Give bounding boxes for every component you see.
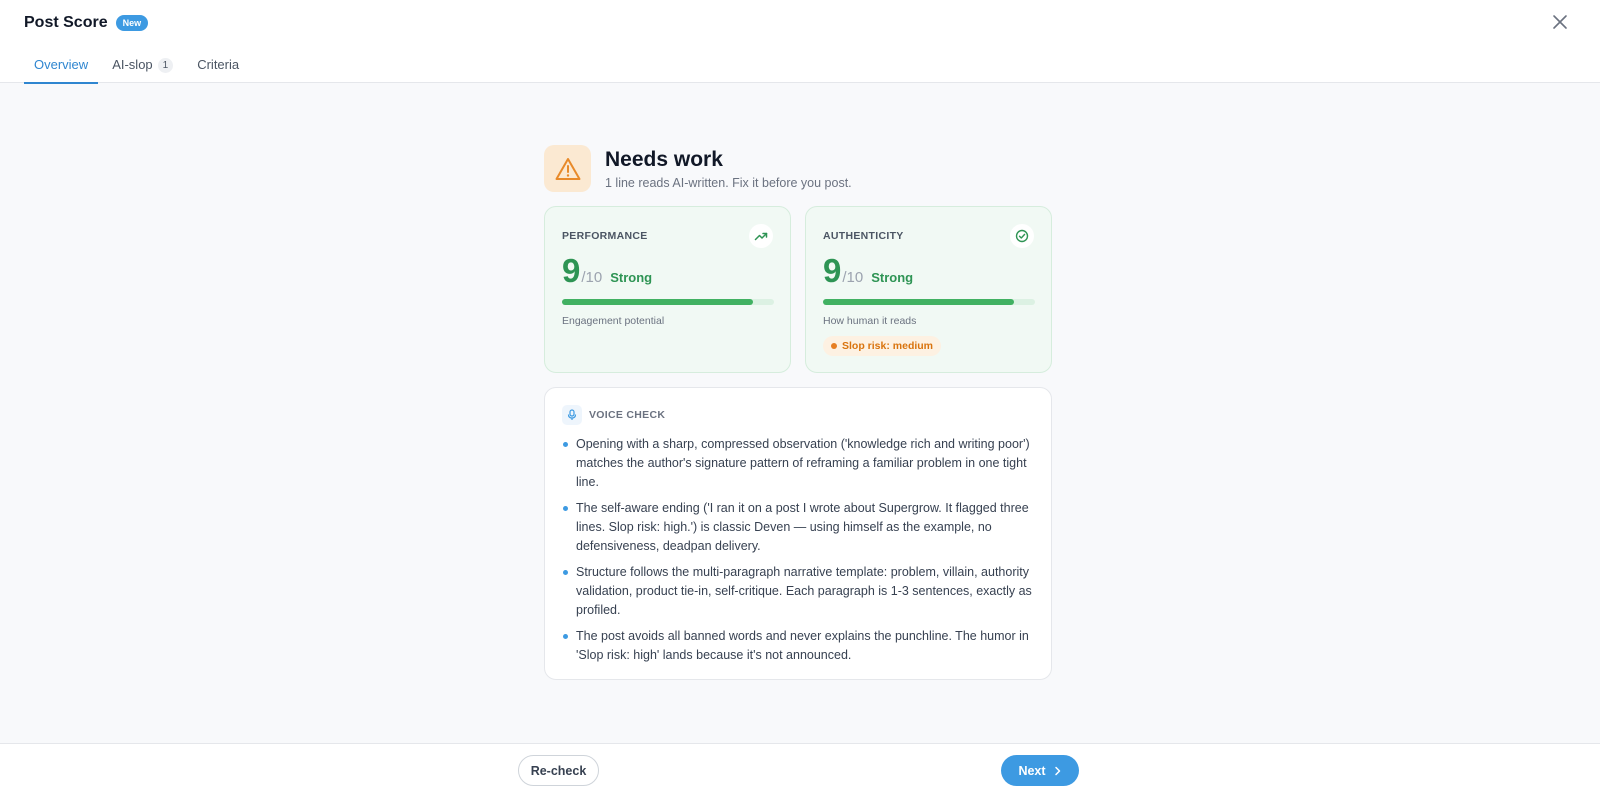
- verdict-subtitle: 1 line reads AI-written. Fix it before y…: [605, 176, 852, 190]
- voice-icon-wrap: [562, 405, 582, 425]
- performance-label: PERFORMANCE: [562, 230, 648, 242]
- tab-count-badge: 1: [157, 58, 174, 73]
- chevron-right-icon: [1054, 766, 1062, 776]
- risk-dot-icon: [831, 343, 837, 349]
- page-title: Post Score: [24, 14, 108, 31]
- next-button-label: Next: [1018, 763, 1046, 778]
- verdict-text: Needs work 1 line reads AI-written. Fix …: [605, 145, 852, 190]
- score-content: Needs work 1 line reads AI-written. Fix …: [544, 145, 1052, 680]
- slop-risk-text: Slop risk: medium: [842, 340, 934, 352]
- list-item: The post avoids all banned words and nev…: [562, 627, 1036, 665]
- modal-footer: Re-check Next: [0, 743, 1600, 798]
- performance-card: PERFORMANCE 9 /10 Strong Engagement pote…: [544, 206, 791, 373]
- authenticity-card: AUTHENTICITY 9 /10 Strong How human it r…: [805, 206, 1052, 373]
- voice-check-header: VOICE CHECK: [562, 405, 665, 425]
- verdict: Needs work 1 line reads AI-written. Fix …: [544, 145, 1052, 193]
- new-badge: New: [115, 15, 149, 31]
- authenticity-rating: Strong: [871, 270, 914, 285]
- score-cards: PERFORMANCE 9 /10 Strong Engagement pote…: [544, 206, 1052, 373]
- authenticity-score-value: 9: [823, 252, 842, 289]
- list-item: Structure follows the multi-paragraph na…: [562, 563, 1036, 620]
- performance-icon-wrap: [749, 224, 773, 248]
- modal-header: Post Score New Overview AI-slop 1 Criter…: [0, 0, 1600, 84]
- authenticity-label: AUTHENTICITY: [823, 230, 904, 242]
- check-circle-icon: [1015, 229, 1029, 243]
- voice-check-list: Opening with a sharp, compressed observa…: [562, 435, 1036, 672]
- performance-score: 9 /10 Strong: [562, 253, 652, 289]
- authenticity-progress-track: [823, 299, 1035, 305]
- verdict-icon-box: [544, 145, 591, 192]
- authenticity-caption: How human it reads: [823, 315, 917, 327]
- close-button[interactable]: [1550, 12, 1570, 32]
- authenticity-score: 9 /10 Strong: [823, 253, 913, 289]
- tab-label: Criteria: [197, 57, 240, 72]
- performance-caption: Engagement potential: [562, 315, 665, 327]
- tab-ai-slop[interactable]: AI-slop 1: [102, 48, 183, 83]
- tab-bar: Overview AI-slop 1 Criteria: [24, 48, 253, 84]
- list-item: Opening with a sharp, compressed observa…: [562, 435, 1036, 492]
- voice-check-card: VOICE CHECK Opening with a sharp, compre…: [544, 387, 1052, 680]
- recheck-button[interactable]: Re-check: [518, 755, 599, 786]
- tab-criteria[interactable]: Criteria: [187, 48, 249, 83]
- performance-progress-fill: [562, 299, 753, 305]
- microphone-icon: [567, 409, 577, 420]
- performance-score-value: 9: [562, 252, 581, 289]
- list-item: The self-aware ending ('I ran it on a po…: [562, 499, 1036, 556]
- next-button[interactable]: Next: [1001, 755, 1079, 786]
- tab-overview[interactable]: Overview: [24, 48, 99, 84]
- trending-up-icon: [754, 232, 768, 241]
- close-icon: [1553, 15, 1567, 29]
- slop-risk-badge: Slop risk: medium: [823, 336, 942, 356]
- performance-progress-track: [562, 299, 774, 305]
- performance-score-max: /10: [581, 269, 603, 286]
- authenticity-score-max: /10: [842, 269, 864, 286]
- verdict-title: Needs work: [605, 148, 723, 171]
- authenticity-icon-wrap: [1010, 224, 1034, 248]
- performance-rating: Strong: [610, 270, 653, 285]
- authenticity-progress-fill: [823, 299, 1014, 305]
- tab-label: AI-slop: [112, 57, 153, 72]
- voice-check-title: VOICE CHECK: [589, 409, 666, 421]
- warning-triangle-icon: [555, 157, 580, 180]
- title-row: Post Score New: [24, 14, 149, 32]
- tab-label: Overview: [34, 57, 89, 72]
